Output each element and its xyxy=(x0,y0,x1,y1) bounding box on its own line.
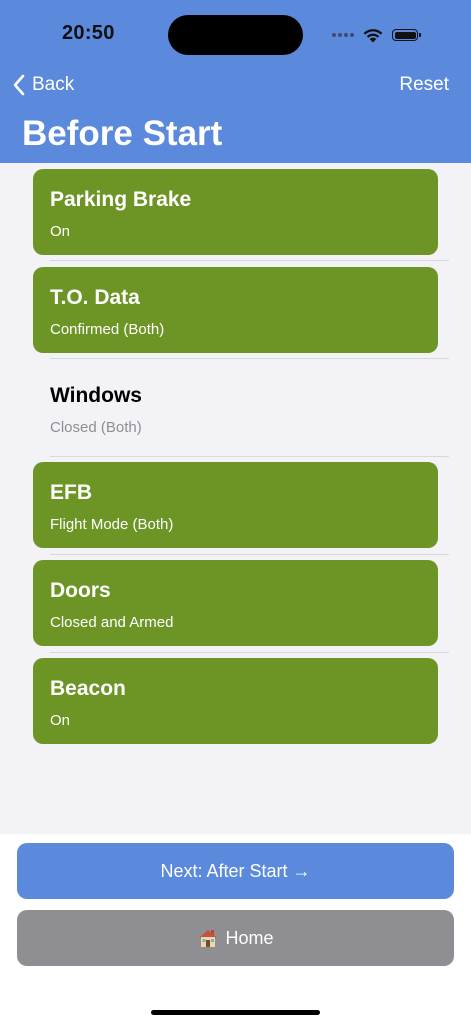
reset-button[interactable]: Reset xyxy=(399,70,449,100)
item-subtitle: Closed (Both) xyxy=(50,419,142,436)
item-title: Beacon xyxy=(50,677,126,700)
battery-icon xyxy=(392,29,421,41)
item-subtitle: Flight Mode (Both) xyxy=(50,516,174,533)
divider xyxy=(50,456,449,457)
checklist-item-to-data[interactable]: T.O. Data Confirmed (Both) xyxy=(33,267,438,353)
next-button[interactable]: Next: After Start → xyxy=(17,843,454,899)
home-button[interactable]: Home xyxy=(17,910,454,966)
item-title: EFB xyxy=(50,481,92,504)
dynamic-island xyxy=(168,15,303,55)
item-subtitle: On xyxy=(50,223,71,240)
item-subtitle: Closed and Armed xyxy=(50,614,174,631)
page-title: Before Start xyxy=(22,114,223,153)
checklist-item-efb[interactable]: EFB Flight Mode (Both) xyxy=(33,462,438,548)
item-title: Doors xyxy=(50,579,111,602)
divider xyxy=(50,554,449,555)
chevron-left-icon xyxy=(13,74,25,96)
item-title: Parking Brake xyxy=(50,188,192,211)
header-bar: 20:50 Back Reset Before Start xyxy=(0,0,471,163)
status-icons xyxy=(332,24,421,46)
divider xyxy=(50,652,449,653)
home-label: Home xyxy=(225,927,274,948)
item-subtitle: Confirmed (Both) xyxy=(50,321,165,338)
house-icon xyxy=(199,930,218,947)
status-time: 20:50 xyxy=(62,22,115,44)
home-indicator xyxy=(151,1010,320,1015)
checklist-item-doors[interactable]: Doors Closed and Armed xyxy=(33,560,438,646)
item-title: Windows xyxy=(50,384,142,407)
checklist-item-beacon[interactable]: Beacon On xyxy=(33,658,438,744)
back-label: Back xyxy=(32,74,75,95)
checklist-item-windows[interactable]: Windows Closed (Both) xyxy=(33,365,438,451)
divider xyxy=(50,358,449,359)
divider xyxy=(50,260,449,261)
item-subtitle: On xyxy=(50,712,71,729)
back-button[interactable]: Back xyxy=(12,70,74,100)
wifi-icon xyxy=(363,29,383,43)
checklist-item-parking-brake[interactable]: Parking Brake On xyxy=(33,169,438,255)
cellular-signal-icon xyxy=(332,33,354,37)
item-title: T.O. Data xyxy=(50,286,140,309)
